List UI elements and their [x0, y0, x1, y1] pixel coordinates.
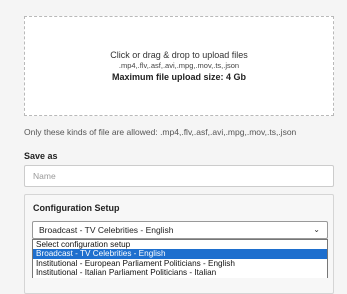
upload-max-size: Maximum file upload size: 4 Gb	[111, 71, 247, 82]
upload-instruction: Click or drag & drop to upload files	[110, 49, 248, 60]
configuration-select-value: Broadcast - TV Celebrities - English	[39, 225, 174, 235]
file-upload-dropzone[interactable]: Click or drag & drop to upload files .mp…	[24, 16, 334, 116]
name-input[interactable]	[24, 165, 334, 187]
upload-file-types: .mp4,.flv,.asf,.avi,.mpg,.mov,.ts,.json	[118, 60, 240, 70]
dropdown-option[interactable]: Institutional - European Parliament Poli…	[33, 259, 327, 268]
dropdown-option[interactable]: Institutional - Italian Parliament Polit…	[33, 268, 327, 277]
allowed-file-types-note: Only these kinds of file are allowed: .m…	[24, 127, 297, 137]
configuration-select[interactable]: Broadcast - TV Celebrities - English ⌄	[32, 221, 328, 239]
chevron-down-icon: ⌄	[313, 225, 320, 234]
save-as-label: Save as	[24, 151, 58, 161]
configuration-dropdown-list: Select configuration setup Broadcast - T…	[32, 239, 328, 278]
configuration-setup-panel: Configuration Setup Broadcast - TV Celeb…	[24, 194, 334, 294]
dropdown-option[interactable]: Select configuration setup	[33, 240, 327, 249]
dropdown-option-highlighted[interactable]: Broadcast - TV Celebrities - English	[33, 249, 327, 259]
configuration-setup-label: Configuration Setup	[33, 203, 120, 213]
